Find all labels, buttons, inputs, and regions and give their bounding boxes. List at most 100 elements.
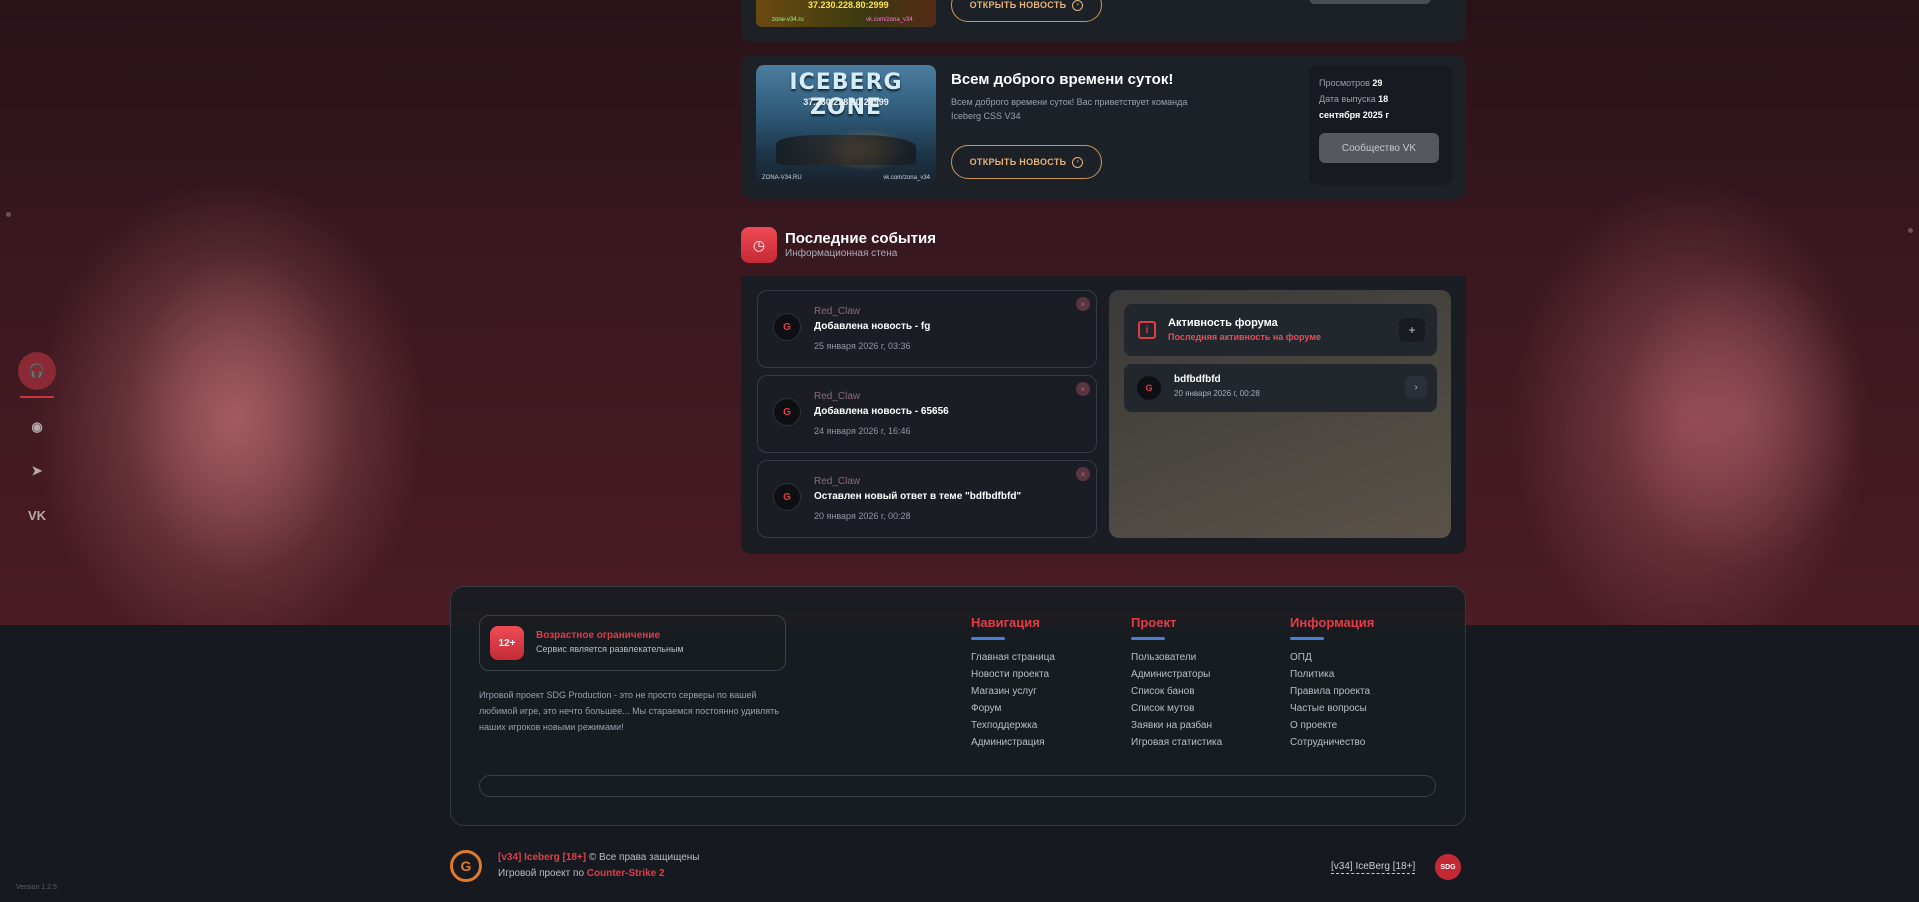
age-restriction-title: Возрастное ограничение [536,630,661,641]
forum-activity-header: i Активность форума Последняя активность… [1124,304,1437,356]
event-date: 20 января 2026 г, 00:28 [814,511,911,521]
event-text: Оставлен новый ответ в теме "bdfbdfbfd" [814,491,1022,502]
social-rail: 🎧 ◉ ➤ VK [18,352,58,540]
news-thumbnail[interactable]: ICEBERG ZONE 37.230.228.80:29999 ZONA-V3… [756,65,936,185]
clock-icon: ◷ [741,227,777,263]
events-panel: G Red_Claw Добавлена новость - fg 25 янв… [741,276,1466,554]
event-text: Добавлена новость - 65656 [814,406,949,417]
chevron-right-icon[interactable]: › [1405,376,1427,398]
footer-link[interactable]: Пользователи [1131,649,1222,666]
event-user[interactable]: Red_Claw [814,476,860,487]
footer-divider-bar [479,775,1436,797]
events-title: Последние события [785,230,936,247]
views-value: 29 [1372,78,1383,88]
footer-link[interactable]: Правила проекта [1290,683,1374,700]
release-day: 18 [1378,94,1389,104]
views-label: Просмотров [1319,78,1370,88]
news-title: Всем доброго времени суток! [951,71,1174,88]
discord-icon[interactable]: ◉ [18,408,56,446]
rail-divider [20,396,54,398]
footer-link[interactable]: Список банов [1131,683,1222,700]
dismiss-icon[interactable]: × [1076,297,1090,311]
footer-link[interactable]: Форум [971,700,1055,717]
release-label: Дата выпуска [1319,94,1376,104]
footer-link[interactable]: Магазин услуг [971,683,1055,700]
project-about-text: Игровой проект SDG Production - это не п… [479,690,779,732]
info-icon: i [1138,321,1156,339]
server-name: [v34] Iceberg [18+] [498,852,587,863]
footer-link[interactable]: Техподдержка [971,717,1055,734]
footer-link[interactable]: Список мутов [1131,700,1222,717]
community-vk-button[interactable]: Сообщество VK [1319,133,1439,163]
forum-activity-title: Активность форума [1168,317,1278,329]
news-thumbnail[interactable]: 37.230.228.80:2999 zone-v34.ru vk.com/zo… [756,0,936,27]
footer-link[interactable]: О проекте [1290,717,1374,734]
footer-column-navigation: Навигация Главная страница Новости проек… [971,615,1055,751]
forum-topic-item[interactable]: G bdfbdfbfd 20 января 2026 г, 00:28 › [1124,364,1437,412]
thumbnail-vk: vk.com/zona_v34 [866,17,913,23]
dismiss-icon[interactable]: × [1076,467,1090,481]
telegram-icon[interactable]: ➤ [18,452,56,490]
footer-link[interactable]: Сотрудничество [1290,734,1374,751]
release-month: сентября 2025 г [1319,110,1390,120]
column-heading: Навигация [971,615,1040,630]
forum-activity-panel: i Активность форума Последняя активность… [1109,290,1451,538]
footer-link[interactable]: Игровая статистика [1131,734,1222,751]
character-art-left [90,215,380,625]
thumbnail-site: ZONA-V34.RU [762,175,802,181]
avatar: G [773,398,801,426]
event-user[interactable]: Red_Claw [814,391,860,402]
project-logo-icon[interactable]: G [450,850,482,882]
vk-icon[interactable]: VK [18,496,56,534]
news-stats: Просмотров 29 Дата выпуска 18 сентября 2… [1309,65,1452,185]
footer-link[interactable]: Заявки на разбан [1131,717,1222,734]
thumbnail-ip: 37.230.228.80:2999 [808,0,889,10]
heading-underline [1131,637,1165,640]
heading-underline [971,637,1005,640]
open-news-label: ОТКРЫТЬ НОВОСТЬ [969,157,1067,167]
avatar: G [773,313,801,341]
footer-column-information: Информация ОПД Политика Правила проекта … [1290,615,1374,751]
footer-link[interactable]: Новости проекта [971,666,1055,683]
open-news-button[interactable]: ОТКРЫТЬ НОВОСТЬ › [951,0,1102,22]
event-item[interactable]: G Red_Claw Добавлена новость - fg 25 янв… [757,290,1097,368]
age-restriction-subtitle: Сервис является развлекательным [536,644,684,654]
sdg-logo-icon[interactable]: SDG [1435,854,1461,880]
footer-link[interactable]: Политика [1290,666,1374,683]
open-news-button[interactable]: ОТКРЫТЬ НОВОСТЬ › [951,145,1102,179]
news-description: Всем доброго времени суток! Вас приветст… [951,97,1188,121]
footer-column-project: Проект Пользователи Администраторы Списо… [1131,615,1222,751]
column-heading: Проект [1131,615,1177,630]
views-stat: Просмотров 29 [1319,75,1442,91]
project-prefix: Игровой проект по [498,868,585,879]
site-footer: 12+ Возрастное ограничение Сервис являет… [450,586,1466,826]
event-text: Добавлена новость - fg [814,321,931,332]
footer-link[interactable]: Администраторы [1131,666,1222,683]
support-icon[interactable]: 🎧 [18,352,56,390]
footer-link[interactable]: Частые вопросы [1290,700,1374,717]
thumbnail-site: zone-v34.ru [772,17,804,23]
thumbnail-vk: vk.com/zona_v34 [883,175,930,181]
rights-text: © Все права защищены [588,852,700,863]
arrow-circle-icon: › [1072,0,1084,11]
plus-icon[interactable]: + [1399,318,1425,342]
version-label: Version 1.2.5 [16,884,57,891]
dismiss-icon[interactable]: × [1076,382,1090,396]
age-restriction-box: 12+ Возрастное ограничение Сервис являет… [479,615,786,671]
event-item[interactable]: G Red_Claw Добавлена новость - 65656 24 … [757,375,1097,453]
events-subtitle: Информационная стена [785,248,898,259]
footer-link[interactable]: ОПД [1290,649,1374,666]
avatar: G [773,483,801,511]
event-date: 24 января 2026 г, 16:46 [814,426,911,436]
community-button[interactable] [1309,0,1431,4]
event-user[interactable]: Red_Claw [814,306,860,317]
server-link[interactable]: [v34] IceBerg [18+] [1331,861,1416,874]
arrow-circle-icon: › [1072,156,1084,168]
footer-link[interactable]: Главная страница [971,649,1055,666]
footer-link[interactable]: Администрация [971,734,1055,751]
forum-topic-name: bdfbdfbfd [1174,374,1221,385]
forum-activity-subtitle: Последняя активность на форуме [1168,332,1321,342]
game-link[interactable]: Counter-Strike 2 [587,868,665,879]
news-card-previous: 37.230.228.80:2999 zone-v34.ru vk.com/zo… [741,0,1466,42]
event-item[interactable]: G Red_Claw Оставлен новый ответ в теме "… [757,460,1097,538]
